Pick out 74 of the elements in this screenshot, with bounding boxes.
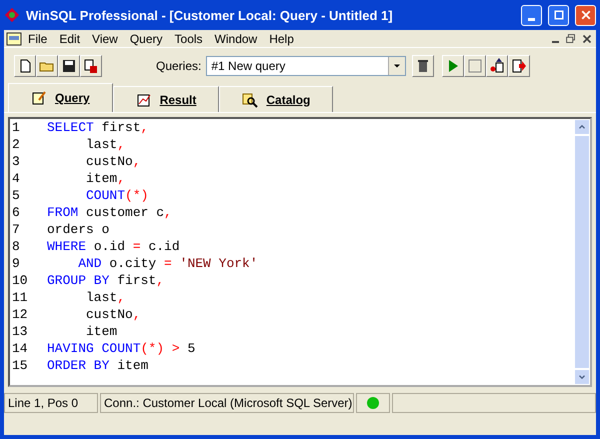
line-number: 15 bbox=[11, 357, 29, 374]
code-line: ORDER BY item bbox=[46, 357, 148, 374]
tab[interactable]: Catalog bbox=[219, 86, 334, 112]
code-line: WHERE o.id = c.id bbox=[46, 238, 180, 255]
scroll-down-button[interactable] bbox=[574, 369, 590, 385]
line-number: 2 bbox=[11, 136, 21, 153]
line-number: 9 bbox=[11, 255, 21, 272]
save-button[interactable] bbox=[58, 55, 80, 77]
menu-item[interactable]: File bbox=[22, 32, 54, 46]
code-line: custNo, bbox=[85, 306, 141, 323]
open-button[interactable] bbox=[36, 55, 58, 77]
menu-item[interactable]: Tools bbox=[168, 32, 209, 46]
minimize-icon bbox=[528, 18, 535, 20]
tab[interactable]: Query bbox=[8, 83, 113, 112]
explain-button[interactable] bbox=[486, 55, 508, 77]
line-number: 12 bbox=[11, 306, 29, 323]
line-number: 14 bbox=[11, 340, 29, 357]
line-number: 1 bbox=[11, 119, 21, 136]
code-line: HAVING COUNT(*) > 5 bbox=[46, 340, 196, 357]
queries-dropdown[interactable]: #1 New query bbox=[206, 56, 406, 76]
code-line: COUNT(*) bbox=[85, 187, 148, 204]
code-line: AND o.city = 'NEW York' bbox=[77, 255, 258, 272]
code-line: last, bbox=[85, 289, 126, 306]
menu-item[interactable]: View bbox=[86, 32, 124, 46]
tab[interactable]: Result bbox=[112, 86, 220, 112]
cursor-position: Line 1, Pos 0 bbox=[4, 393, 98, 413]
scroll-up-button[interactable] bbox=[574, 119, 590, 135]
line-number: 13 bbox=[11, 323, 29, 340]
menu-item[interactable]: Help bbox=[263, 32, 300, 46]
document-icon bbox=[6, 30, 22, 46]
floppy-icon bbox=[61, 58, 77, 74]
line-number: 4 bbox=[11, 170, 21, 187]
close-button[interactable] bbox=[575, 4, 596, 26]
chart-icon bbox=[136, 92, 152, 108]
code-line: item, bbox=[85, 170, 126, 187]
maximize-button[interactable] bbox=[548, 4, 569, 26]
new-button[interactable] bbox=[14, 55, 36, 77]
code-line: orders o bbox=[46, 221, 110, 238]
code-line: GROUP BY first, bbox=[46, 272, 164, 289]
menu-item[interactable]: Query bbox=[124, 32, 169, 46]
stop-button[interactable] bbox=[464, 55, 486, 77]
line-number: 3 bbox=[11, 153, 21, 170]
connection-status: Conn.: Customer Local (Microsoft SQL Server) bbox=[100, 393, 354, 413]
save-as-button[interactable] bbox=[80, 55, 102, 77]
menu-item[interactable]: Edit bbox=[53, 32, 86, 46]
code-line: last, bbox=[85, 136, 126, 153]
page-arrow-icon bbox=[511, 58, 528, 74]
line-number: 6 bbox=[11, 204, 21, 221]
close-icon bbox=[580, 9, 592, 21]
line-number: 7 bbox=[11, 221, 21, 238]
queries-label: Queries: bbox=[156, 59, 202, 73]
square-icon bbox=[467, 58, 484, 74]
run-button[interactable] bbox=[442, 55, 464, 77]
minimize-button[interactable] bbox=[521, 4, 542, 26]
export-button[interactable] bbox=[508, 55, 530, 77]
delete-button[interactable] bbox=[412, 55, 434, 77]
menu-item[interactable]: Window bbox=[208, 32, 264, 46]
scrollbar-thumb[interactable] bbox=[574, 135, 590, 369]
notepad-icon bbox=[31, 90, 47, 106]
code-line: FROM customer c, bbox=[46, 204, 172, 221]
minimize-icon bbox=[552, 40, 558, 42]
line-number: 11 bbox=[11, 289, 29, 306]
shapes-icon bbox=[489, 58, 506, 74]
line-number: 8 bbox=[11, 238, 21, 255]
window-title: WinSQL Professional - [Customer Local: Query - Untitled 1] bbox=[26, 8, 394, 22]
maximize-icon bbox=[552, 9, 564, 21]
code-line: item bbox=[85, 323, 118, 340]
line-number: 10 bbox=[11, 272, 29, 289]
code-editor[interactable] bbox=[8, 117, 592, 387]
pages-icon bbox=[83, 58, 99, 74]
code-line: custNo, bbox=[85, 153, 141, 170]
code-line: SELECT first, bbox=[46, 119, 148, 136]
magnifier-icon bbox=[242, 92, 258, 108]
line-number: 5 bbox=[11, 187, 21, 204]
